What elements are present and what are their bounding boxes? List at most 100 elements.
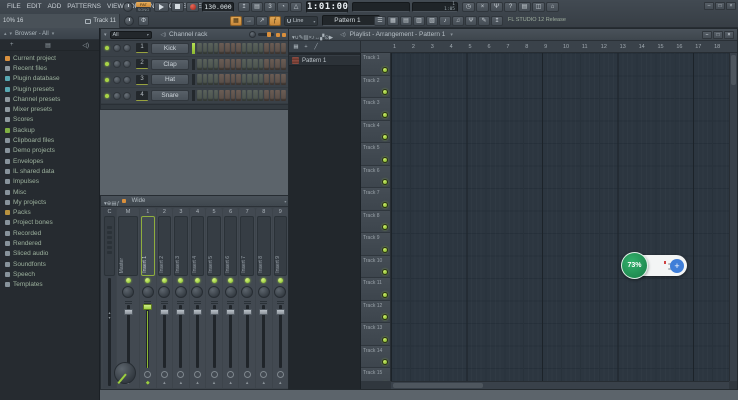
playlist-window-button[interactable]: ☰	[374, 16, 386, 26]
step-cell[interactable]	[236, 90, 241, 101]
strip-pan-knob[interactable]	[208, 286, 220, 298]
step-cell[interactable]	[270, 90, 275, 101]
mixer-strip-1[interactable]: 1 Insert 1 ◆	[140, 208, 156, 388]
playlist-track-header[interactable]: Track 9	[361, 233, 390, 256]
wait-button[interactable]: ◔	[277, 2, 289, 12]
step-cell[interactable]	[247, 90, 252, 101]
playlist-track-header[interactable]: Track 6	[361, 166, 390, 189]
channel-button-hat[interactable]: Hat	[151, 74, 189, 85]
channel-pan-knob[interactable]	[113, 60, 121, 68]
strip-fader[interactable]	[141, 303, 155, 370]
step-cell[interactable]	[203, 59, 208, 70]
strip-name[interactable]: Insert 8	[257, 216, 271, 276]
strip-name[interactable]: Insert 7	[240, 216, 254, 276]
channel-mute-led[interactable]	[105, 46, 109, 50]
master-big-knob[interactable]	[114, 362, 136, 384]
notes-button[interactable]: ▤	[518, 2, 531, 12]
browser-add-icon[interactable]: +	[10, 42, 14, 48]
track-enable-led[interactable]	[382, 359, 388, 365]
strip-record-arm[interactable]	[240, 370, 254, 379]
picker-slope-icon[interactable]: ╱	[312, 43, 320, 52]
mixer-strip-6[interactable]: 6 Insert 6 ▴	[223, 208, 239, 388]
stop-button[interactable]	[171, 2, 184, 12]
channel-button-clap[interactable]: Clap	[151, 59, 189, 70]
strip-name[interactable]: Insert 1	[141, 216, 155, 276]
auto-scroll-button[interactable]: →	[243, 16, 255, 26]
add-button[interactable]: +	[670, 259, 684, 273]
fader-handle[interactable]	[124, 309, 133, 315]
step-cell[interactable]	[203, 74, 208, 85]
mixer-fx-icon[interactable]: ƒ	[117, 201, 120, 207]
playlist-track-header[interactable]: Track 13	[361, 323, 390, 346]
strip-enable-led[interactable]	[207, 276, 221, 285]
browser-item-plugin-presets[interactable]: Plugin presets	[0, 84, 99, 94]
save-button[interactable]: ◫	[532, 2, 545, 12]
strip-enable-led[interactable]	[257, 276, 271, 285]
browser-item-envelopes[interactable]: Envelopes	[0, 156, 99, 166]
step-cell[interactable]	[275, 74, 280, 85]
browser-item-packs[interactable]: Packs	[0, 207, 99, 217]
step-cell[interactable]	[270, 59, 275, 70]
mixer-titlebar[interactable]: ▾⊕▤ƒ Wide ▾	[101, 196, 289, 207]
clock-button[interactable]: ◷	[462, 2, 475, 12]
strip-fader[interactable]	[158, 303, 172, 370]
step-cell[interactable]	[242, 59, 247, 70]
browser-item-project-bones[interactable]: Project bones	[0, 218, 99, 228]
browser-audition-icon[interactable]: ◁)	[82, 42, 89, 49]
strip-record-arm[interactable]	[274, 370, 288, 379]
strip-fader[interactable]	[174, 303, 188, 370]
pat-song-switch[interactable]: PAT SONG	[136, 2, 151, 12]
channel-filter-dropdown[interactable]: All▾	[110, 31, 152, 39]
channel-mute-led[interactable]	[105, 62, 109, 66]
playlist-track-header[interactable]: Track 11	[361, 278, 390, 301]
strip-pan-knob[interactable]	[158, 286, 170, 298]
step-cell[interactable]	[236, 43, 241, 54]
shuffle-knob[interactable]	[124, 16, 134, 26]
step-cell[interactable]	[203, 90, 208, 101]
mic-button[interactable]: Ψ	[490, 2, 503, 12]
playlist-close-button[interactable]: ×	[724, 31, 734, 39]
browser-item-misc[interactable]: Misc	[0, 187, 99, 197]
step-cell[interactable]	[270, 43, 275, 54]
browser-item-demo-projects[interactable]: Demo projects	[0, 146, 99, 156]
menu-file[interactable]: FILE	[4, 3, 24, 10]
channel-number[interactable]: 1	[136, 43, 148, 53]
browser-item-scores[interactable]: Scores	[0, 115, 99, 125]
step-cell[interactable]	[214, 59, 219, 70]
strip-fader[interactable]	[191, 303, 205, 370]
tempo-display[interactable]: 130.000	[202, 2, 234, 12]
mixer-strip-9[interactable]: 9 Insert 9 ▴	[273, 208, 289, 388]
step-cell[interactable]	[264, 43, 269, 54]
step-cell[interactable]	[208, 43, 213, 54]
strip-pan-knob[interactable]	[175, 286, 187, 298]
channel-rack-button[interactable]: ▤	[400, 16, 412, 26]
track-enable-led[interactable]	[382, 89, 388, 95]
fader-handle[interactable]	[210, 309, 219, 315]
strip-enable-led[interactable]	[240, 276, 254, 285]
track-enable-led[interactable]	[382, 157, 388, 163]
smart-disable-button[interactable]: ƒ	[269, 16, 281, 26]
channel-pan-knob[interactable]	[113, 92, 121, 100]
track-enable-led[interactable]	[382, 112, 388, 118]
upload-button[interactable]: ↥	[491, 16, 503, 26]
step-cell[interactable]	[219, 90, 224, 101]
step-cell[interactable]	[281, 43, 286, 54]
step-cell[interactable]	[264, 74, 269, 85]
strip-enable-led[interactable]	[224, 276, 238, 285]
mixer-strip-8[interactable]: 8 Insert 8 ▴	[256, 208, 272, 388]
strip-pan-knob[interactable]	[225, 286, 237, 298]
mixer-strip-m[interactable]: M Master ▴	[117, 208, 139, 388]
browser-item-rendered[interactable]: Rendered	[0, 238, 99, 248]
browser-item-il-shared-data[interactable]: IL shared data	[0, 166, 99, 176]
step-cell[interactable]	[208, 90, 213, 101]
maximize-button[interactable]: □	[715, 2, 725, 10]
playlist-maximize-button[interactable]: □	[713, 31, 723, 39]
vertical-scrollbar[interactable]	[729, 53, 737, 381]
step-cell[interactable]	[253, 43, 258, 54]
fader-handle[interactable]	[276, 309, 285, 315]
track-enable-led[interactable]	[382, 247, 388, 253]
channel-pan-knob[interactable]	[113, 44, 121, 52]
step-cell[interactable]	[231, 43, 236, 54]
step-cell[interactable]	[281, 90, 286, 101]
fader-handle[interactable]	[143, 304, 152, 310]
